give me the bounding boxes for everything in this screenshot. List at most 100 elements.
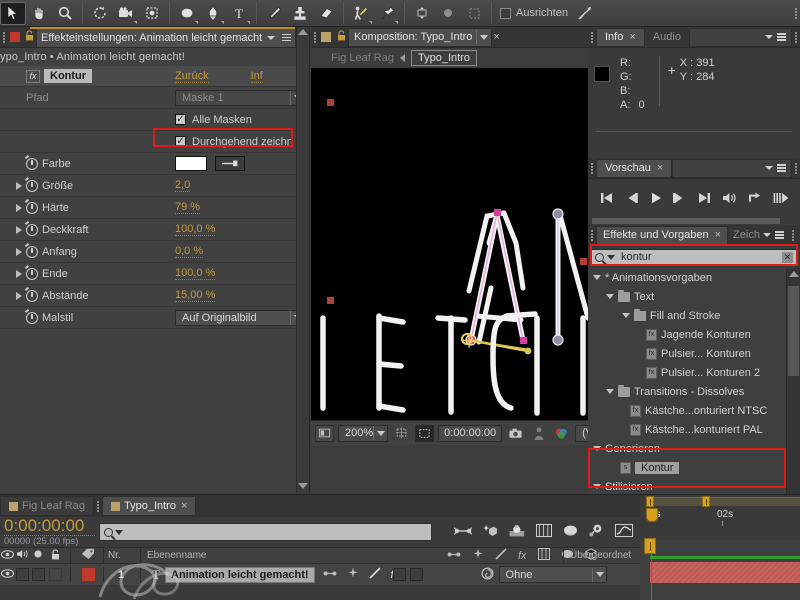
close-icon[interactable]: × bbox=[493, 31, 499, 43]
expand-triangle-icon[interactable] bbox=[16, 247, 22, 256]
camera-tool[interactable] bbox=[113, 2, 139, 25]
chevron-down-icon[interactable] bbox=[267, 35, 276, 40]
chevron-down-icon[interactable] bbox=[115, 529, 123, 535]
work-area-bar[interactable] bbox=[648, 497, 800, 506]
layer-collapse-toggle[interactable] bbox=[392, 568, 406, 581]
alle-masken-checkbox[interactable]: ✓ bbox=[175, 114, 186, 125]
chevron-down-icon[interactable] bbox=[593, 446, 601, 451]
panel-menu-icon[interactable] bbox=[777, 164, 786, 172]
shy-layers-icon[interactable] bbox=[563, 525, 578, 540]
timeline-tracks[interactable] bbox=[640, 538, 800, 600]
color-swatch[interactable] bbox=[175, 156, 207, 171]
property-row-anfang[interactable]: Anfang 0,0 % bbox=[0, 241, 309, 263]
ram-preview-button[interactable] bbox=[773, 192, 789, 204]
layer-motionblur-toggle[interactable] bbox=[409, 568, 423, 581]
ende-value[interactable]: 100,0 % bbox=[175, 267, 216, 280]
first-frame-button[interactable] bbox=[599, 192, 614, 204]
tree-item-transitions-dissolves[interactable]: Transitions - Dissolves bbox=[588, 382, 800, 401]
haerte-value[interactable]: 79 % bbox=[175, 201, 201, 214]
draft-3d-icon[interactable] bbox=[483, 524, 498, 541]
chevron-down-icon[interactable] bbox=[593, 275, 601, 280]
chevron-down-icon[interactable] bbox=[622, 313, 630, 318]
layer-visibility-icon[interactable] bbox=[0, 568, 14, 581]
effect-name[interactable]: Kontur bbox=[44, 69, 93, 83]
layer-parent-dropdown[interactable]: Ohne bbox=[498, 566, 607, 583]
expand-triangle-icon[interactable] bbox=[16, 269, 22, 278]
panel-grip[interactable] bbox=[0, 27, 8, 48]
parent-switch-icon[interactable] bbox=[447, 549, 461, 563]
loop-button[interactable] bbox=[748, 192, 762, 204]
expand-triangle-icon[interactable] bbox=[16, 225, 22, 234]
property-row-haerte[interactable]: Härte 79 % bbox=[0, 197, 309, 219]
chevron-down-icon[interactable] bbox=[765, 35, 773, 39]
clone-stamp-tool[interactable] bbox=[287, 2, 313, 25]
clear-search-icon[interactable]: ✕ bbox=[782, 251, 793, 263]
chevron-down-icon[interactable] bbox=[606, 389, 614, 394]
tab-effekte-und-vorgaben[interactable]: Effekte und Vorgaben × bbox=[596, 225, 729, 245]
property-row-groesse[interactable]: Größe 2,0 bbox=[0, 175, 309, 197]
toolbar-grip[interactable] bbox=[792, 3, 800, 24]
reset-link[interactable]: Zurück bbox=[175, 70, 209, 83]
panel-grip[interactable] bbox=[588, 158, 596, 179]
layer-parent-switch-icon[interactable] bbox=[323, 568, 337, 582]
preview-scrollbar[interactable] bbox=[588, 217, 800, 225]
brush-tool[interactable] bbox=[261, 2, 287, 25]
chevron-down-icon[interactable] bbox=[593, 484, 601, 489]
stopwatch-icon[interactable] bbox=[26, 179, 38, 192]
pen-tool[interactable] bbox=[200, 2, 226, 25]
eraser-tool[interactable] bbox=[313, 2, 339, 25]
effects-search-input[interactable]: kontur ✕ bbox=[591, 248, 797, 266]
layer-audio-toggle[interactable] bbox=[15, 568, 29, 581]
next-frame-button[interactable] bbox=[672, 192, 686, 204]
tree-item-kaestchen-konturiert-pal[interactable]: fx Kästche...konturiert PAL bbox=[588, 420, 800, 439]
expand-triangle-icon[interactable] bbox=[16, 203, 22, 212]
label-color-icon[interactable] bbox=[77, 548, 99, 563]
effect-header-row[interactable]: fx Kontur Zurück Inf bbox=[0, 66, 309, 87]
work-area-end-handle[interactable] bbox=[702, 496, 710, 507]
lock-icon[interactable] bbox=[46, 548, 64, 563]
fx-switch-icon[interactable]: fx bbox=[518, 550, 527, 562]
panel-grip-right[interactable] bbox=[792, 27, 800, 48]
stopwatch-icon[interactable] bbox=[26, 311, 38, 324]
parent-pickwhip-icon[interactable] bbox=[481, 566, 494, 583]
close-icon[interactable]: × bbox=[629, 31, 635, 43]
tab-audio[interactable]: Audio bbox=[645, 28, 689, 47]
mask-feather-tool[interactable] bbox=[435, 2, 461, 25]
layer-lock-toggle[interactable] bbox=[48, 568, 62, 581]
panel-grip-right[interactable] bbox=[792, 158, 800, 179]
panel-grip-right[interactable] bbox=[789, 225, 797, 246]
panel-grip[interactable] bbox=[588, 27, 596, 48]
lock-icon[interactable] bbox=[23, 30, 36, 44]
frame-blending-icon[interactable] bbox=[536, 524, 552, 540]
property-row-pfad[interactable]: Pfad Maske 1 bbox=[0, 87, 309, 109]
breadcrumb-parent[interactable]: Fig Leaf Rag bbox=[331, 52, 394, 64]
composition-mini-flowchart-icon[interactable] bbox=[453, 525, 473, 540]
panel-menu-icon[interactable] bbox=[282, 33, 292, 42]
play-button[interactable] bbox=[650, 192, 662, 204]
graph-editor-icon[interactable] bbox=[615, 524, 633, 540]
show-snapshot-icon[interactable] bbox=[529, 425, 548, 442]
tree-item-animationsvorgaben[interactable]: * Animationsvorgaben bbox=[588, 268, 800, 287]
expand-triangle-icon[interactable] bbox=[16, 73, 22, 79]
panel-menu-icon[interactable] bbox=[774, 231, 784, 239]
snapping-toggle[interactable]: Ausrichten bbox=[500, 7, 568, 19]
column-header-number[interactable]: Nr. bbox=[108, 550, 134, 561]
abstaende-value[interactable]: 15,00 % bbox=[175, 289, 216, 302]
layer-effects-switch-icon[interactable] bbox=[347, 567, 359, 582]
grid-guides-button[interactable] bbox=[392, 425, 411, 442]
panel-grip[interactable] bbox=[311, 27, 319, 48]
effect-controls-scrollbar[interactable] bbox=[296, 27, 309, 493]
tab-effect-controls[interactable]: Effekteinstellungen: Animation leicht ge… bbox=[36, 27, 297, 47]
tree-item-jagende-konturen[interactable]: fx Jagende Konturen bbox=[588, 325, 800, 344]
property-row-farbe[interactable]: Farbe bbox=[0, 153, 309, 175]
previous-frame-button[interactable] bbox=[625, 192, 639, 204]
rotation-tool[interactable] bbox=[87, 2, 113, 25]
property-row-deckkraft[interactable]: Deckkraft 100,0 % bbox=[0, 219, 309, 241]
stopwatch-icon[interactable] bbox=[26, 201, 38, 214]
align-vertical-icon[interactable] bbox=[409, 2, 435, 25]
chevron-down-icon[interactable] bbox=[762, 233, 771, 237]
timeline-ruler[interactable]: 0s 02s bbox=[640, 495, 800, 540]
close-icon[interactable]: × bbox=[657, 162, 663, 174]
tab-zeichnen[interactable]: Zeich bbox=[728, 226, 765, 245]
property-row-alle-masken[interactable]: ✓ Alle Masken bbox=[0, 109, 309, 131]
